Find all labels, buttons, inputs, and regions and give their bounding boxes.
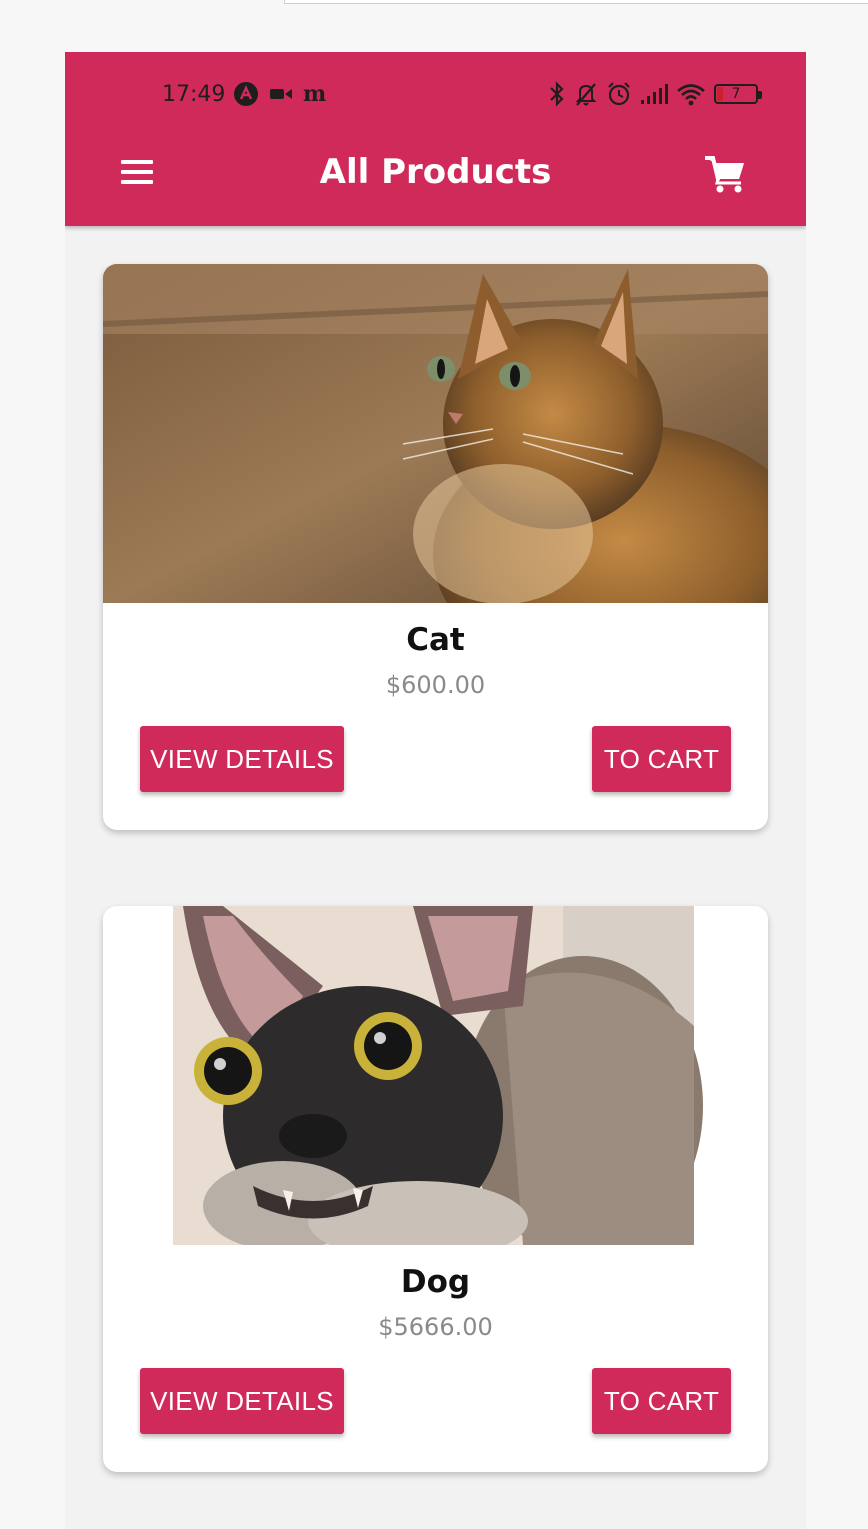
battery-level: 7 xyxy=(731,86,741,102)
signal-icon xyxy=(641,84,668,104)
shopping-cart-icon[interactable] xyxy=(705,154,747,194)
product-card: Cat $600.00 VIEW DETAILS TO CART xyxy=(103,264,768,830)
toolbar: All Products xyxy=(65,144,806,204)
vpn-icon xyxy=(234,82,258,106)
status-bar: 17:49 m 7 xyxy=(65,78,806,112)
status-time: 17:49 xyxy=(162,82,226,107)
bluetooth-icon xyxy=(550,81,564,107)
view-details-button[interactable]: VIEW DETAILS xyxy=(140,1368,344,1434)
add-to-cart-button[interactable]: TO CART xyxy=(592,1368,731,1434)
add-to-cart-button[interactable]: TO CART xyxy=(592,726,731,792)
page-title: All Products xyxy=(319,152,552,192)
view-details-button[interactable]: VIEW DETAILS xyxy=(140,726,344,792)
bell-off-icon xyxy=(575,83,597,106)
product-price: $5666.00 xyxy=(378,1313,493,1341)
browser-edge xyxy=(284,0,868,4)
battery-icon: 7 xyxy=(714,84,762,104)
product-price: $600.00 xyxy=(385,671,486,699)
product-name: Dog xyxy=(400,1264,471,1300)
product-name: Cat xyxy=(406,622,465,658)
video-icon xyxy=(270,89,292,99)
product-image[interactable] xyxy=(103,906,768,1245)
carrier-glyph: m xyxy=(303,81,327,107)
alarm-icon xyxy=(608,82,630,106)
status-right-icons: 7 xyxy=(548,81,762,107)
status-left-icons: m xyxy=(233,81,326,107)
product-card: Dog $5666.00 VIEW DETAILS TO CART xyxy=(103,906,768,1472)
product-image[interactable] xyxy=(103,264,768,603)
phone-screen: 17:49 m 7 All Products Cat $600.00 VIEW … xyxy=(65,52,806,1529)
battery-fill xyxy=(717,87,723,101)
wifi-icon xyxy=(677,84,705,106)
app-header: 17:49 m 7 All Products xyxy=(65,52,806,226)
